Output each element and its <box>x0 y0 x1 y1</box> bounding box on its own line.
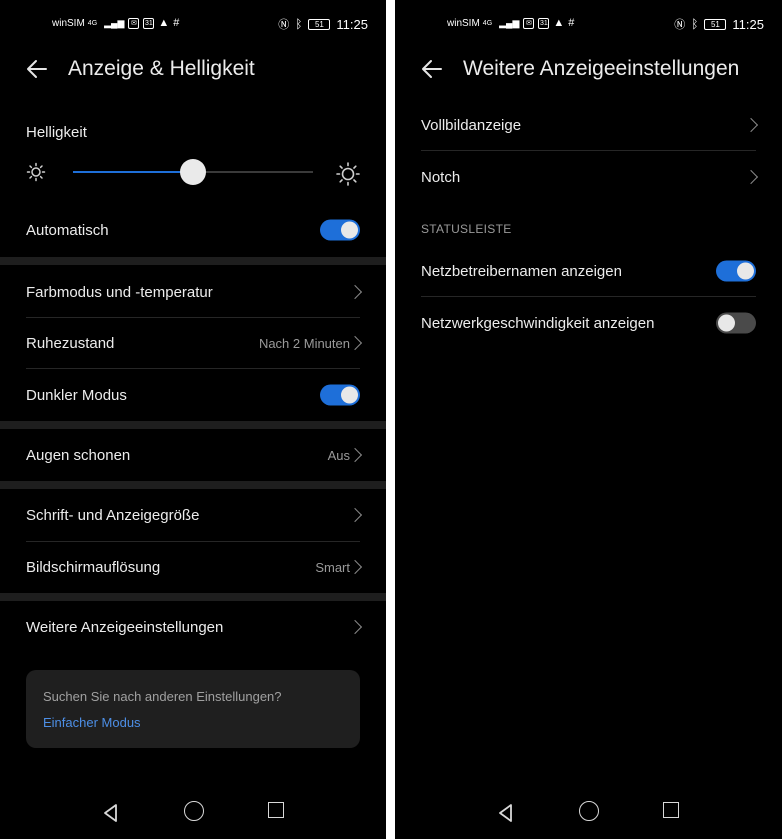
section-header-statusbar: STATUSLEISTE <box>421 222 512 236</box>
auto-brightness-toggle[interactable] <box>320 219 360 241</box>
nfc-icon: Ⓝ <box>674 19 686 31</box>
font-size-label: Schrift- und Anzeigegröße <box>26 506 200 524</box>
carrier-name-row[interactable]: Netzbetreibernamen anzeigen <box>421 245 756 297</box>
chevron-right-icon <box>347 447 363 463</box>
resolution-value: Smart <box>315 559 350 575</box>
clock: 11:25 <box>732 16 764 32</box>
eye-comfort-label: Augen schonen <box>26 446 131 464</box>
chevron-right-icon <box>743 117 759 133</box>
color-mode-row[interactable]: Farbmodus und -temperatur <box>26 266 363 318</box>
sun-large-icon <box>336 162 360 186</box>
nfc-icon: Ⓝ <box>278 19 290 31</box>
fullscreen-label: Vollbildanzeige <box>421 116 522 134</box>
more-display-settings-row[interactable]: Weitere Anzeigeeinstellungen <box>26 601 363 653</box>
network-type: 4G <box>482 19 493 27</box>
chevron-right-icon <box>347 284 363 300</box>
bluetooth-icon: ᛒ <box>691 17 699 31</box>
toggle-knob <box>341 386 358 404</box>
section-separator <box>0 593 386 601</box>
notch-label: Notch <box>421 168 461 186</box>
carrier-name-toggle[interactable] <box>716 260 756 282</box>
section-separator <box>0 421 386 429</box>
mail-icon: ✉ <box>128 17 140 29</box>
brightness-slider[interactable] <box>26 158 360 186</box>
suggestion-card: Suchen Sie nach anderen Einstellungen? E… <box>26 670 360 748</box>
back-arrow-icon[interactable] <box>24 56 50 82</box>
battery-icon: 51 <box>704 18 727 30</box>
nav-home-icon[interactable] <box>184 801 204 821</box>
auto-brightness-row[interactable]: Automatisch <box>26 204 360 256</box>
slack-icon: # <box>568 17 575 29</box>
navigation-bar <box>395 793 782 839</box>
bluetooth-icon: ᛒ <box>295 17 303 31</box>
brightness-label: Helligkeit <box>26 124 87 141</box>
font-size-row[interactable]: Schrift- und Anzeigegröße <box>26 489 363 541</box>
network-speed-toggle[interactable] <box>716 312 756 334</box>
nav-home-icon[interactable] <box>579 801 599 821</box>
carrier-label: winSIM <box>52 17 85 29</box>
display-brightness-screen: winSIM 4G ▂▄▆ ✉ 31 ▲ # Ⓝ ᛒ 51 11:25 Anze… <box>0 0 386 839</box>
dark-mode-row[interactable]: Dunkler Modus <box>26 369 360 421</box>
carrier-name-label: Netzbetreibernamen anzeigen <box>421 262 622 280</box>
more-display-settings-screen: winSIM 4G ▂▄▆ ✉ 31 ▲ # Ⓝ ᛒ 51 11:25 Weit… <box>395 0 782 839</box>
slider-thumb[interactable] <box>180 159 206 185</box>
network-speed-row[interactable]: Netzwerkgeschwindigkeit anzeigen <box>421 297 756 349</box>
dark-mode-toggle[interactable] <box>320 384 360 406</box>
sun-small-icon <box>26 162 46 182</box>
mail-icon: ✉ <box>523 17 535 29</box>
page-title: Anzeige & Helligkeit <box>68 57 255 80</box>
eye-comfort-row[interactable]: Augen schonen Aus <box>26 429 363 481</box>
drive-icon: ▲ <box>553 17 565 29</box>
sleep-row[interactable]: Ruhezustand Nach 2 Minuten <box>26 317 363 369</box>
chevron-right-icon <box>347 619 363 635</box>
eye-comfort-value: Aus <box>327 447 350 463</box>
signal-icon: ▂▄▆ <box>499 17 520 28</box>
slider-track[interactable] <box>73 159 313 185</box>
carrier-label: winSIM <box>447 17 480 29</box>
nav-back-icon[interactable] <box>496 803 516 823</box>
slack-icon: # <box>173 17 180 29</box>
toggle-knob <box>341 221 358 239</box>
toggle-knob <box>718 314 735 332</box>
toggle-knob <box>737 262 754 280</box>
back-arrow-icon[interactable] <box>419 56 445 82</box>
simple-mode-link[interactable]: Einfacher Modus <box>43 715 141 730</box>
resolution-row[interactable]: Bildschirmauflösung Smart <box>26 541 363 593</box>
nav-recents-icon[interactable] <box>268 802 284 818</box>
notch-row[interactable]: Notch <box>421 151 759 203</box>
auto-brightness-label: Automatisch <box>26 221 109 239</box>
drive-icon: ▲ <box>158 17 170 29</box>
nav-recents-icon[interactable] <box>663 802 679 818</box>
network-type: 4G <box>87 19 98 27</box>
network-speed-label: Netzwerkgeschwindigkeit anzeigen <box>421 314 655 332</box>
navigation-bar <box>0 793 386 839</box>
page-header: Weitere Anzeigeeinstellungen <box>395 52 782 88</box>
section-separator <box>0 257 386 265</box>
resolution-label: Bildschirmauflösung <box>26 558 161 576</box>
slider-fill <box>73 171 193 173</box>
fullscreen-row[interactable]: Vollbildanzeige <box>421 99 759 151</box>
sleep-label: Ruhezustand <box>26 334 115 352</box>
color-mode-label: Farbmodus und -temperatur <box>26 283 213 301</box>
suggestion-question: Suchen Sie nach anderen Einstellungen? <box>43 689 282 704</box>
battery-icon: 51 <box>308 18 331 30</box>
more-display-settings-label: Weitere Anzeigeeinstellungen <box>26 618 224 636</box>
chevron-right-icon <box>347 559 363 575</box>
nav-back-icon[interactable] <box>101 803 121 823</box>
chevron-right-icon <box>743 169 759 185</box>
calendar-icon: 31 <box>143 17 155 29</box>
signal-icon: ▂▄▆ <box>104 17 125 28</box>
clock: 11:25 <box>336 16 368 32</box>
calendar-icon: 31 <box>538 17 550 29</box>
sleep-value: Nach 2 Minuten <box>258 335 350 351</box>
status-bar: winSIM 4G ▂▄▆ ✉ 31 ▲ # Ⓝ ᛒ 51 11:25 <box>395 14 782 34</box>
dark-mode-label: Dunkler Modus <box>26 386 127 404</box>
section-separator <box>0 481 386 489</box>
page-header: Anzeige & Helligkeit <box>0 52 386 88</box>
page-title: Weitere Anzeigeeinstellungen <box>463 57 740 80</box>
chevron-right-icon <box>347 335 363 351</box>
status-bar: winSIM 4G ▂▄▆ ✉ 31 ▲ # Ⓝ ᛒ 51 11:25 <box>0 14 386 34</box>
chevron-right-icon <box>347 507 363 523</box>
